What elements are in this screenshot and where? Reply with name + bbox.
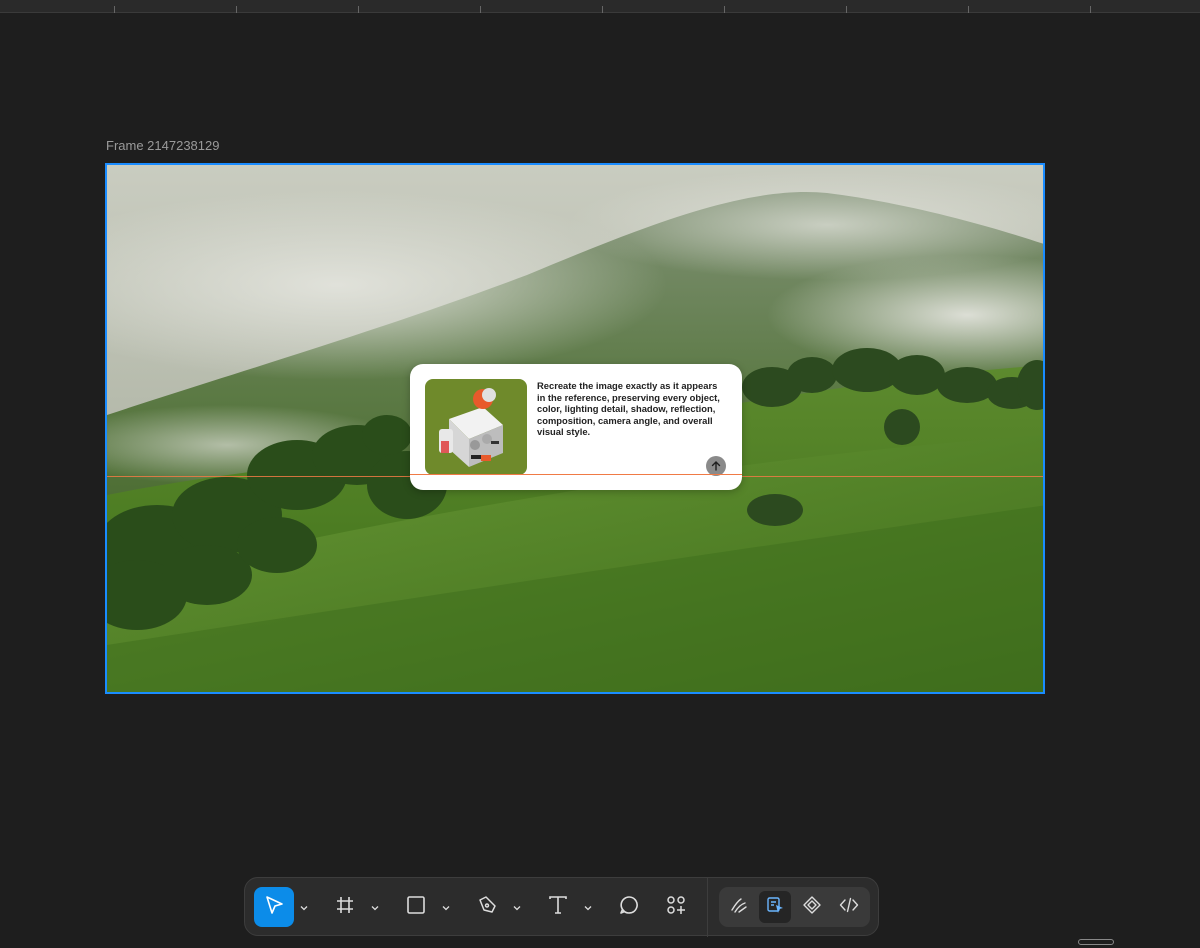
pen-tool-dropdown[interactable] (510, 887, 524, 927)
chevron-down-icon (513, 898, 521, 916)
shape-tool-button[interactable] (396, 887, 436, 927)
ruler-tick (358, 6, 359, 13)
ruler-tick (602, 6, 603, 13)
actions-tool-button[interactable] (656, 887, 696, 927)
prompt-card[interactable]: Recreate the image exactly as it appears… (410, 364, 742, 490)
draw-icon (729, 895, 749, 920)
ruler-tick (114, 6, 115, 13)
design-icon (765, 895, 785, 920)
pen-icon (476, 894, 498, 921)
frame-name-label[interactable]: Frame 2147238129 (106, 138, 219, 153)
text-tool-button[interactable] (538, 887, 578, 927)
draw-mode-button[interactable] (723, 891, 755, 923)
ruler-tick (968, 6, 969, 13)
rectangle-icon (405, 894, 427, 921)
robot-cube-icon (425, 379, 527, 475)
ruler-tick (724, 6, 725, 13)
top-ruler (0, 0, 1200, 13)
component-mode-button[interactable] (796, 891, 828, 923)
shape-tool-dropdown[interactable] (439, 887, 453, 927)
ruler-tick (846, 6, 847, 13)
text-icon (547, 894, 569, 921)
chevron-down-icon (442, 898, 450, 916)
alignment-guide (410, 474, 742, 475)
chevron-down-icon (300, 898, 308, 916)
actions-grid-icon (665, 894, 687, 921)
frame-tool-dropdown[interactable] (368, 887, 382, 927)
ruler-tick (1090, 6, 1091, 13)
selected-frame[interactable]: Recreate the image exactly as it appears… (105, 163, 1045, 694)
arrow-up-icon[interactable] (706, 456, 726, 476)
ruler-tick (236, 6, 237, 13)
code-icon (839, 895, 859, 920)
component-icon (802, 895, 822, 920)
mode-switcher (719, 887, 870, 927)
text-tool-dropdown[interactable] (581, 887, 595, 927)
chevron-down-icon (584, 898, 592, 916)
cursor-arrow-icon (263, 894, 285, 921)
comment-icon (618, 894, 640, 921)
frame-tool-button[interactable] (325, 887, 365, 927)
move-tool-dropdown[interactable] (297, 887, 311, 927)
ruler-tick (480, 6, 481, 13)
dev-mode-button[interactable] (833, 891, 865, 923)
comment-tool-button[interactable] (609, 887, 649, 927)
chevron-down-icon (371, 898, 379, 916)
prompt-text: Recreate the image exactly as it appears… (537, 380, 720, 438)
toolbar-divider (707, 878, 708, 937)
horizontal-scrollbar[interactable] (1078, 939, 1114, 945)
hash-icon (334, 894, 356, 921)
design-mode-button[interactable] (759, 891, 791, 923)
move-tool-button[interactable] (254, 887, 294, 927)
bottom-toolbar (244, 877, 879, 937)
pen-tool-button[interactable] (467, 887, 507, 927)
